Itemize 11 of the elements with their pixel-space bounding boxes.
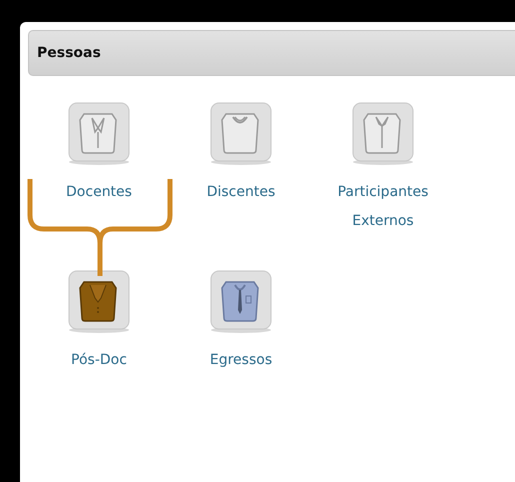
category-link[interactable]: Docentes: [34, 178, 164, 207]
shirt-icon[interactable]: [352, 102, 414, 166]
shirt-tie-icon[interactable]: [210, 270, 272, 334]
panel-title: Pessoas: [37, 44, 101, 62]
tshirt-icon[interactable]: [210, 102, 272, 166]
category-link[interactable]: Participantes Externos: [318, 178, 448, 236]
blazer-icon[interactable]: [68, 102, 130, 166]
suit-jacket-icon[interactable]: [68, 270, 130, 334]
category-link[interactable]: Discentes: [176, 178, 306, 207]
category-link[interactable]: Pós-Doc: [34, 346, 164, 375]
category-link[interactable]: Egressos: [176, 346, 306, 375]
